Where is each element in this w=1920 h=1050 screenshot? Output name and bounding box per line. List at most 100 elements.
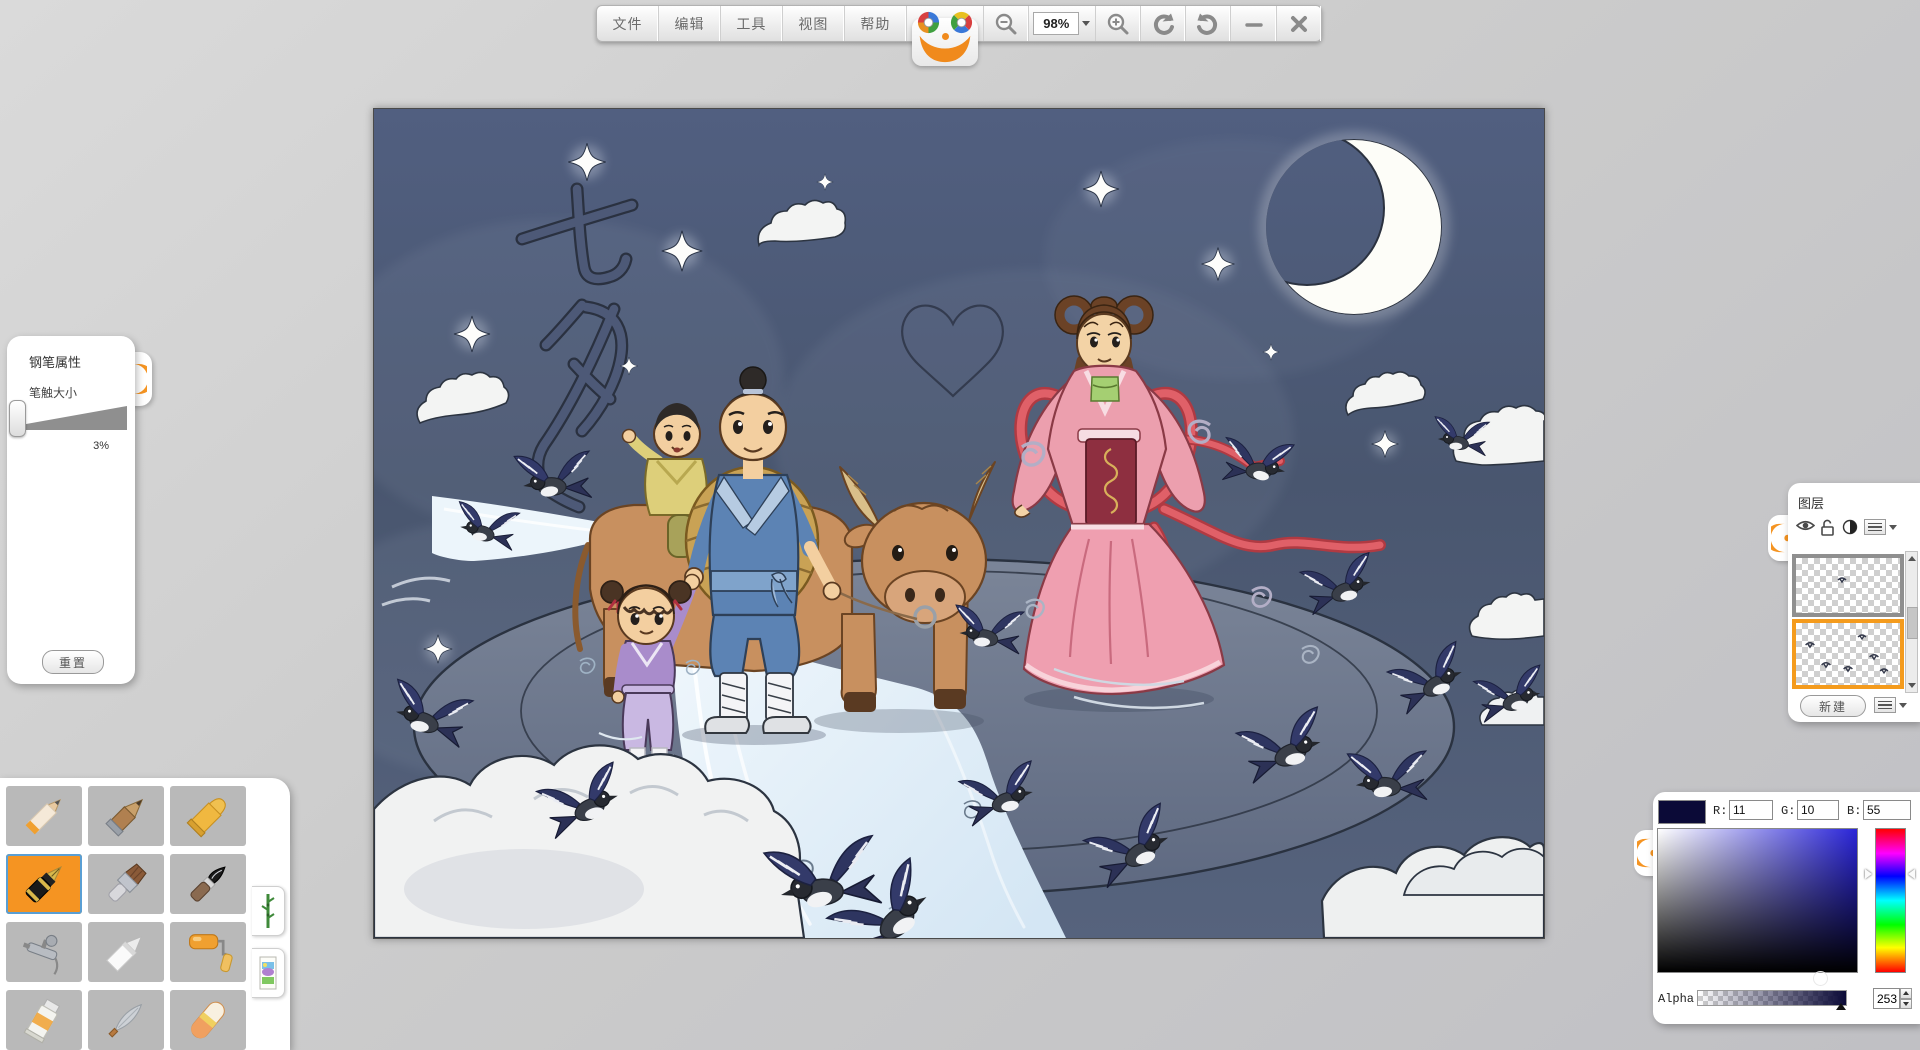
unlock-icon (1820, 519, 1835, 536)
layer-visibility-button[interactable] (1796, 519, 1815, 537)
spin-down-icon (1903, 1002, 1909, 1006)
layers-scrollbar[interactable] (1905, 551, 1918, 693)
tool-pencil[interactable] (6, 786, 82, 846)
menu-view[interactable]: 视图 (783, 6, 845, 41)
tool-marker-pen[interactable] (88, 922, 164, 982)
color-field-marker[interactable] (1813, 971, 1828, 986)
undo-icon (1150, 11, 1176, 37)
hue-marker-right-icon[interactable] (1908, 869, 1915, 879)
bamboo-stamp-tab[interactable] (252, 886, 285, 936)
r-value-input[interactable] (1729, 800, 1773, 820)
ink-brush-icon (182, 858, 234, 910)
b-label: B: (1847, 804, 1861, 818)
layer-item-bottom-selected[interactable] (1792, 619, 1904, 689)
layer-item-top[interactable] (1792, 554, 1904, 617)
crayon-icon (182, 790, 234, 842)
app-mascot-logo (907, 6, 984, 41)
tool-paintbrush[interactable] (88, 854, 164, 914)
layers-scrollbar-thumb[interactable] (1907, 607, 1918, 639)
layer-list-menu[interactable] (1874, 697, 1896, 713)
tool-airbrush[interactable] (6, 922, 82, 982)
tool-painting-knife[interactable] (88, 990, 164, 1050)
marker-pen-icon (100, 926, 152, 978)
alpha-decrement-button[interactable] (1900, 999, 1912, 1010)
layers-panel-title: 图层 (1798, 493, 1824, 512)
alpha-slider[interactable] (1697, 990, 1847, 1006)
layer-bottom-preview (1796, 623, 1892, 677)
menu-edit-label: 编辑 (674, 14, 704, 34)
tool-fountain-pen-selected[interactable] (6, 854, 82, 914)
zoom-in-button[interactable] (1096, 6, 1141, 41)
tool-eraser[interactable] (170, 990, 246, 1050)
tool-paint-tube[interactable] (6, 990, 82, 1050)
menu-edit[interactable]: 编辑 (659, 6, 721, 41)
alpha-label: Alpha (1658, 992, 1694, 1006)
minimize-button[interactable] (1231, 6, 1276, 41)
spin-up-icon (1903, 991, 1909, 995)
charcoal-pen-icon (100, 790, 152, 842)
reset-button-label: 重置 (59, 654, 87, 671)
tool-charcoal-pen[interactable] (88, 786, 164, 846)
close-button[interactable] (1277, 6, 1321, 41)
menu-tools[interactable]: 工具 (721, 6, 783, 41)
menu-file[interactable]: 文件 (597, 6, 659, 41)
redo-icon (1195, 11, 1221, 37)
layer-blend-button[interactable] (1842, 519, 1858, 540)
scroll-down-icon[interactable] (1908, 683, 1916, 688)
tool-paint-roller[interactable] (170, 922, 246, 982)
reset-button[interactable]: 重置 (42, 650, 104, 674)
alpha-value-input[interactable] (1873, 988, 1900, 1009)
tool-crayon[interactable] (170, 786, 246, 846)
color-picker-panel: R: G: B: Alpha (1653, 792, 1920, 1024)
pencil-icon (18, 790, 70, 842)
mascot-nose (942, 33, 949, 40)
brush-size-slider[interactable] (17, 406, 127, 430)
eraser-icon (182, 994, 234, 1046)
airbrush-icon (18, 926, 70, 978)
zoom-level-input[interactable] (1033, 12, 1079, 35)
blend-contrast-icon (1842, 519, 1858, 535)
hue-slider[interactable] (1875, 828, 1906, 973)
new-layer-button-label: 新建 (1819, 698, 1847, 715)
g-label: G: (1781, 804, 1795, 818)
zoom-in-icon (1106, 12, 1130, 36)
g-value-input[interactable] (1797, 800, 1839, 820)
tool-ink-brush[interactable] (170, 854, 246, 914)
app-window: { "toolbar": { "menus": [ {"label": "文件"… (0, 0, 1920, 1050)
main-toolbar: 文件 编辑 工具 视图 帮助 (596, 5, 1322, 42)
layer-options-menu[interactable] (1864, 519, 1886, 535)
paint-tube-icon (18, 994, 70, 1046)
redo-button[interactable] (1186, 6, 1231, 41)
layers-panel: 图层 (1788, 483, 1920, 722)
b-value-input[interactable] (1863, 800, 1911, 820)
alpha-marker-icon[interactable] (1836, 1003, 1846, 1010)
bamboo-icon (260, 892, 276, 930)
minimize-icon (1244, 14, 1264, 34)
brush-size-value: 3% (93, 440, 109, 452)
new-layer-button[interactable]: 新建 (1800, 695, 1866, 717)
r-label: R: (1713, 804, 1727, 818)
mascot-rainbow-eye-icon (949, 10, 974, 35)
menu-file-label: 文件 (612, 14, 642, 34)
menu-help[interactable]: 帮助 (845, 6, 907, 41)
paint-roller-icon (182, 926, 234, 978)
picture-library-tab[interactable] (252, 948, 285, 998)
zoom-dropdown-caret-icon[interactable] (1082, 21, 1090, 26)
layer-list-menu-caret-icon[interactable] (1899, 703, 1907, 708)
brush-size-slider-handle[interactable] (9, 400, 26, 437)
layer-options-caret-icon[interactable] (1889, 525, 1897, 530)
alpha-increment-button[interactable] (1900, 988, 1912, 999)
visibility-eye-icon (1796, 519, 1815, 532)
drawing-canvas[interactable] (373, 108, 1545, 939)
undo-button[interactable] (1141, 6, 1186, 41)
saturation-value-field[interactable] (1657, 828, 1858, 973)
brush-size-wedge (17, 406, 127, 430)
layer-lock-button[interactable] (1820, 519, 1835, 541)
fountain-pen-icon (18, 858, 70, 910)
zoom-out-button[interactable] (984, 6, 1029, 41)
scroll-up-icon[interactable] (1908, 556, 1916, 561)
mascot-rainbow-eye-icon (916, 10, 941, 35)
hue-marker-left-icon[interactable] (1865, 869, 1872, 879)
current-color-swatch (1658, 800, 1706, 824)
qixi-illustration (374, 109, 1544, 938)
